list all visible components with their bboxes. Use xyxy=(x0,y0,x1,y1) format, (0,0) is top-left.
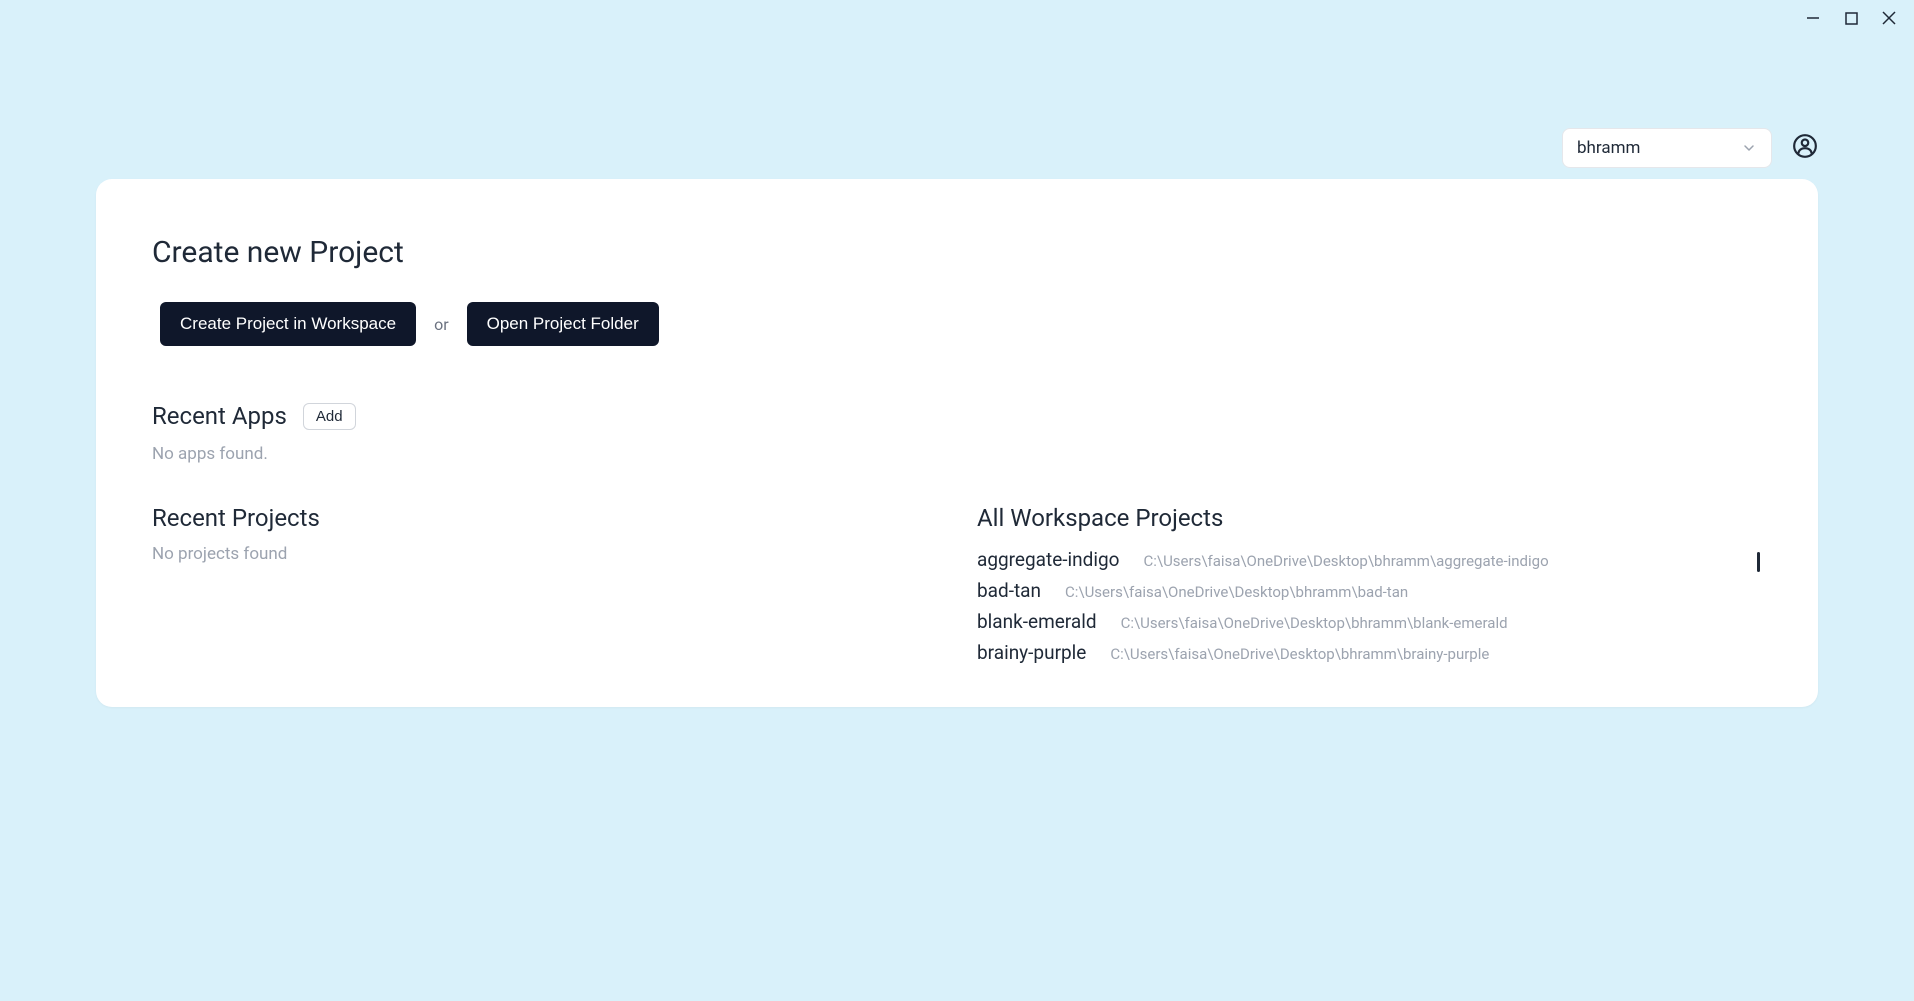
create-project-title: Create new Project xyxy=(152,235,1762,270)
top-bar: bhramm xyxy=(1562,128,1818,168)
create-button-row: Create Project in Workspace or Open Proj… xyxy=(160,302,1762,346)
workspace-project-list: aggregate-indigo C:\Users\faisa\OneDrive… xyxy=(977,544,1762,668)
project-path: C:\Users\faisa\OneDrive\Desktop\bhramm\b… xyxy=(1110,645,1489,663)
project-path: C:\Users\faisa\OneDrive\Desktop\bhramm\b… xyxy=(1065,583,1408,601)
minimize-icon xyxy=(1806,11,1820,25)
create-in-workspace-button[interactable]: Create Project in Workspace xyxy=(160,302,416,346)
recent-projects-title: Recent Projects xyxy=(152,504,937,532)
all-workspace-projects-column: All Workspace Projects aggregate-indigo … xyxy=(977,504,1762,668)
all-workspace-projects-title: All Workspace Projects xyxy=(977,504,1762,532)
workspace-selector[interactable]: bhramm xyxy=(1562,128,1772,168)
recent-apps-header: Recent Apps Add xyxy=(152,402,1762,430)
minimize-button[interactable] xyxy=(1803,8,1823,28)
add-app-button[interactable]: Add xyxy=(303,403,356,430)
workspace-project-item[interactable]: blank-emerald C:\Users\faisa\OneDrive\De… xyxy=(977,606,1762,637)
workspace-project-item[interactable]: brainy-purple C:\Users\faisa\OneDrive\De… xyxy=(977,637,1762,668)
or-separator: or xyxy=(434,315,449,334)
workspace-project-item[interactable]: aggregate-indigo C:\Users\faisa\OneDrive… xyxy=(977,544,1762,575)
project-name: blank-emerald xyxy=(977,610,1097,633)
projects-columns: Recent Projects No projects found All Wo… xyxy=(152,504,1762,668)
workspace-name: bhramm xyxy=(1577,138,1640,158)
open-project-folder-button[interactable]: Open Project Folder xyxy=(467,302,659,346)
no-projects-text: No projects found xyxy=(152,544,937,564)
close-icon xyxy=(1882,11,1896,25)
project-path: C:\Users\faisa\OneDrive\Desktop\bhramm\b… xyxy=(1121,614,1508,632)
window-controls xyxy=(1803,8,1899,28)
project-path: C:\Users\faisa\OneDrive\Desktop\bhramm\a… xyxy=(1144,552,1549,570)
project-name: brainy-purple xyxy=(977,641,1086,664)
account-icon xyxy=(1792,133,1818,159)
account-button[interactable] xyxy=(1792,133,1818,163)
close-button[interactable] xyxy=(1879,8,1899,28)
project-name: aggregate-indigo xyxy=(977,548,1120,571)
scrollbar-thumb[interactable] xyxy=(1757,552,1760,572)
no-apps-text: No apps found. xyxy=(152,444,1762,464)
maximize-icon xyxy=(1845,12,1858,25)
recent-projects-column: Recent Projects No projects found xyxy=(152,504,937,668)
workspace-project-item[interactable]: bad-tan C:\Users\faisa\OneDrive\Desktop\… xyxy=(977,575,1762,606)
recent-apps-title: Recent Apps xyxy=(152,402,287,430)
project-name: bad-tan xyxy=(977,579,1041,602)
chevron-down-icon xyxy=(1741,140,1757,156)
main-card: Create new Project Create Project in Wor… xyxy=(96,179,1818,707)
maximize-button[interactable] xyxy=(1841,8,1861,28)
